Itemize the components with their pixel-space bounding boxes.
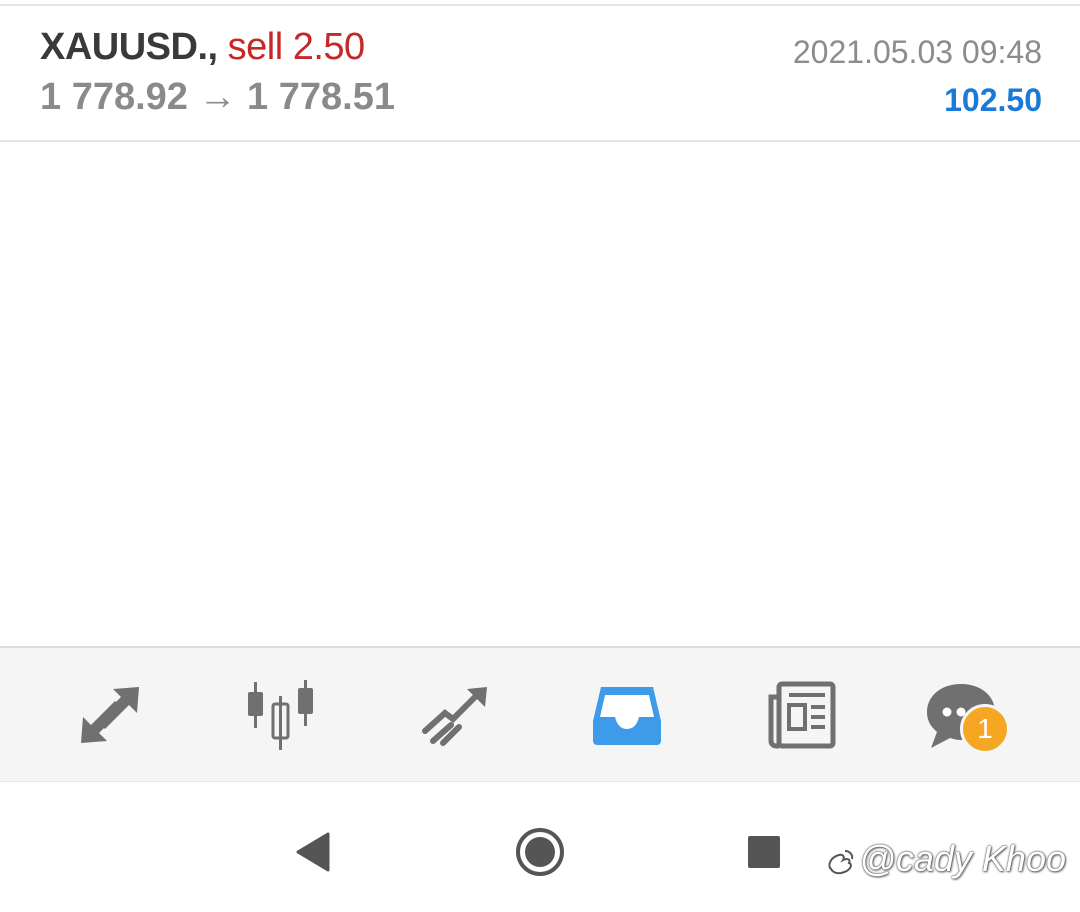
back-icon xyxy=(296,832,330,872)
home-icon xyxy=(516,828,564,876)
tab-chart[interactable] xyxy=(236,672,326,758)
history-icon xyxy=(593,687,661,745)
open-price: 1 778.92 xyxy=(40,76,188,118)
trade-history-row[interactable]: XAUUSD., sell 2.50 1 778.92 → 1 778.51 2… xyxy=(0,6,1080,142)
watermark: @cady Khoo xyxy=(825,838,1066,880)
quotes-icon xyxy=(81,687,139,743)
symbol-text: XAUUSD., xyxy=(40,26,218,68)
row-divider xyxy=(0,140,1080,142)
news-icon xyxy=(768,681,836,749)
system-home-button[interactable] xyxy=(510,822,570,882)
tab-quotes[interactable] xyxy=(64,672,154,758)
messages-badge: 1 xyxy=(960,704,1010,754)
tab-history[interactable] xyxy=(582,672,672,758)
trade-symbol: XAUUSD., sell 2.50 xyxy=(40,26,365,69)
tab-trade[interactable] xyxy=(410,672,500,758)
close-price: 1 778.51 xyxy=(247,76,395,118)
tab-messages[interactable]: 1 xyxy=(916,672,1010,758)
tab-news[interactable] xyxy=(756,672,846,758)
bottom-tab-bar: 1 xyxy=(0,648,1080,782)
chart-icon xyxy=(248,680,313,750)
system-navigation-bar: @cady Khoo xyxy=(0,782,1080,912)
weibo-logo-icon xyxy=(828,850,854,875)
trade-icon xyxy=(422,687,487,746)
system-recents-button[interactable] xyxy=(734,822,794,882)
trade-profit: 102.50 xyxy=(944,82,1042,118)
recents-icon xyxy=(748,836,780,868)
price-arrow: → xyxy=(198,76,237,118)
system-back-button[interactable] xyxy=(284,822,344,882)
trade-side-volume: sell 2.50 xyxy=(227,26,366,68)
trade-time: 2021.05.03 09:48 xyxy=(792,34,1042,70)
trade-prices: 1 778.92 → 1 778.51 xyxy=(40,76,395,119)
watermark-text: @cady Khoo xyxy=(859,838,1066,879)
